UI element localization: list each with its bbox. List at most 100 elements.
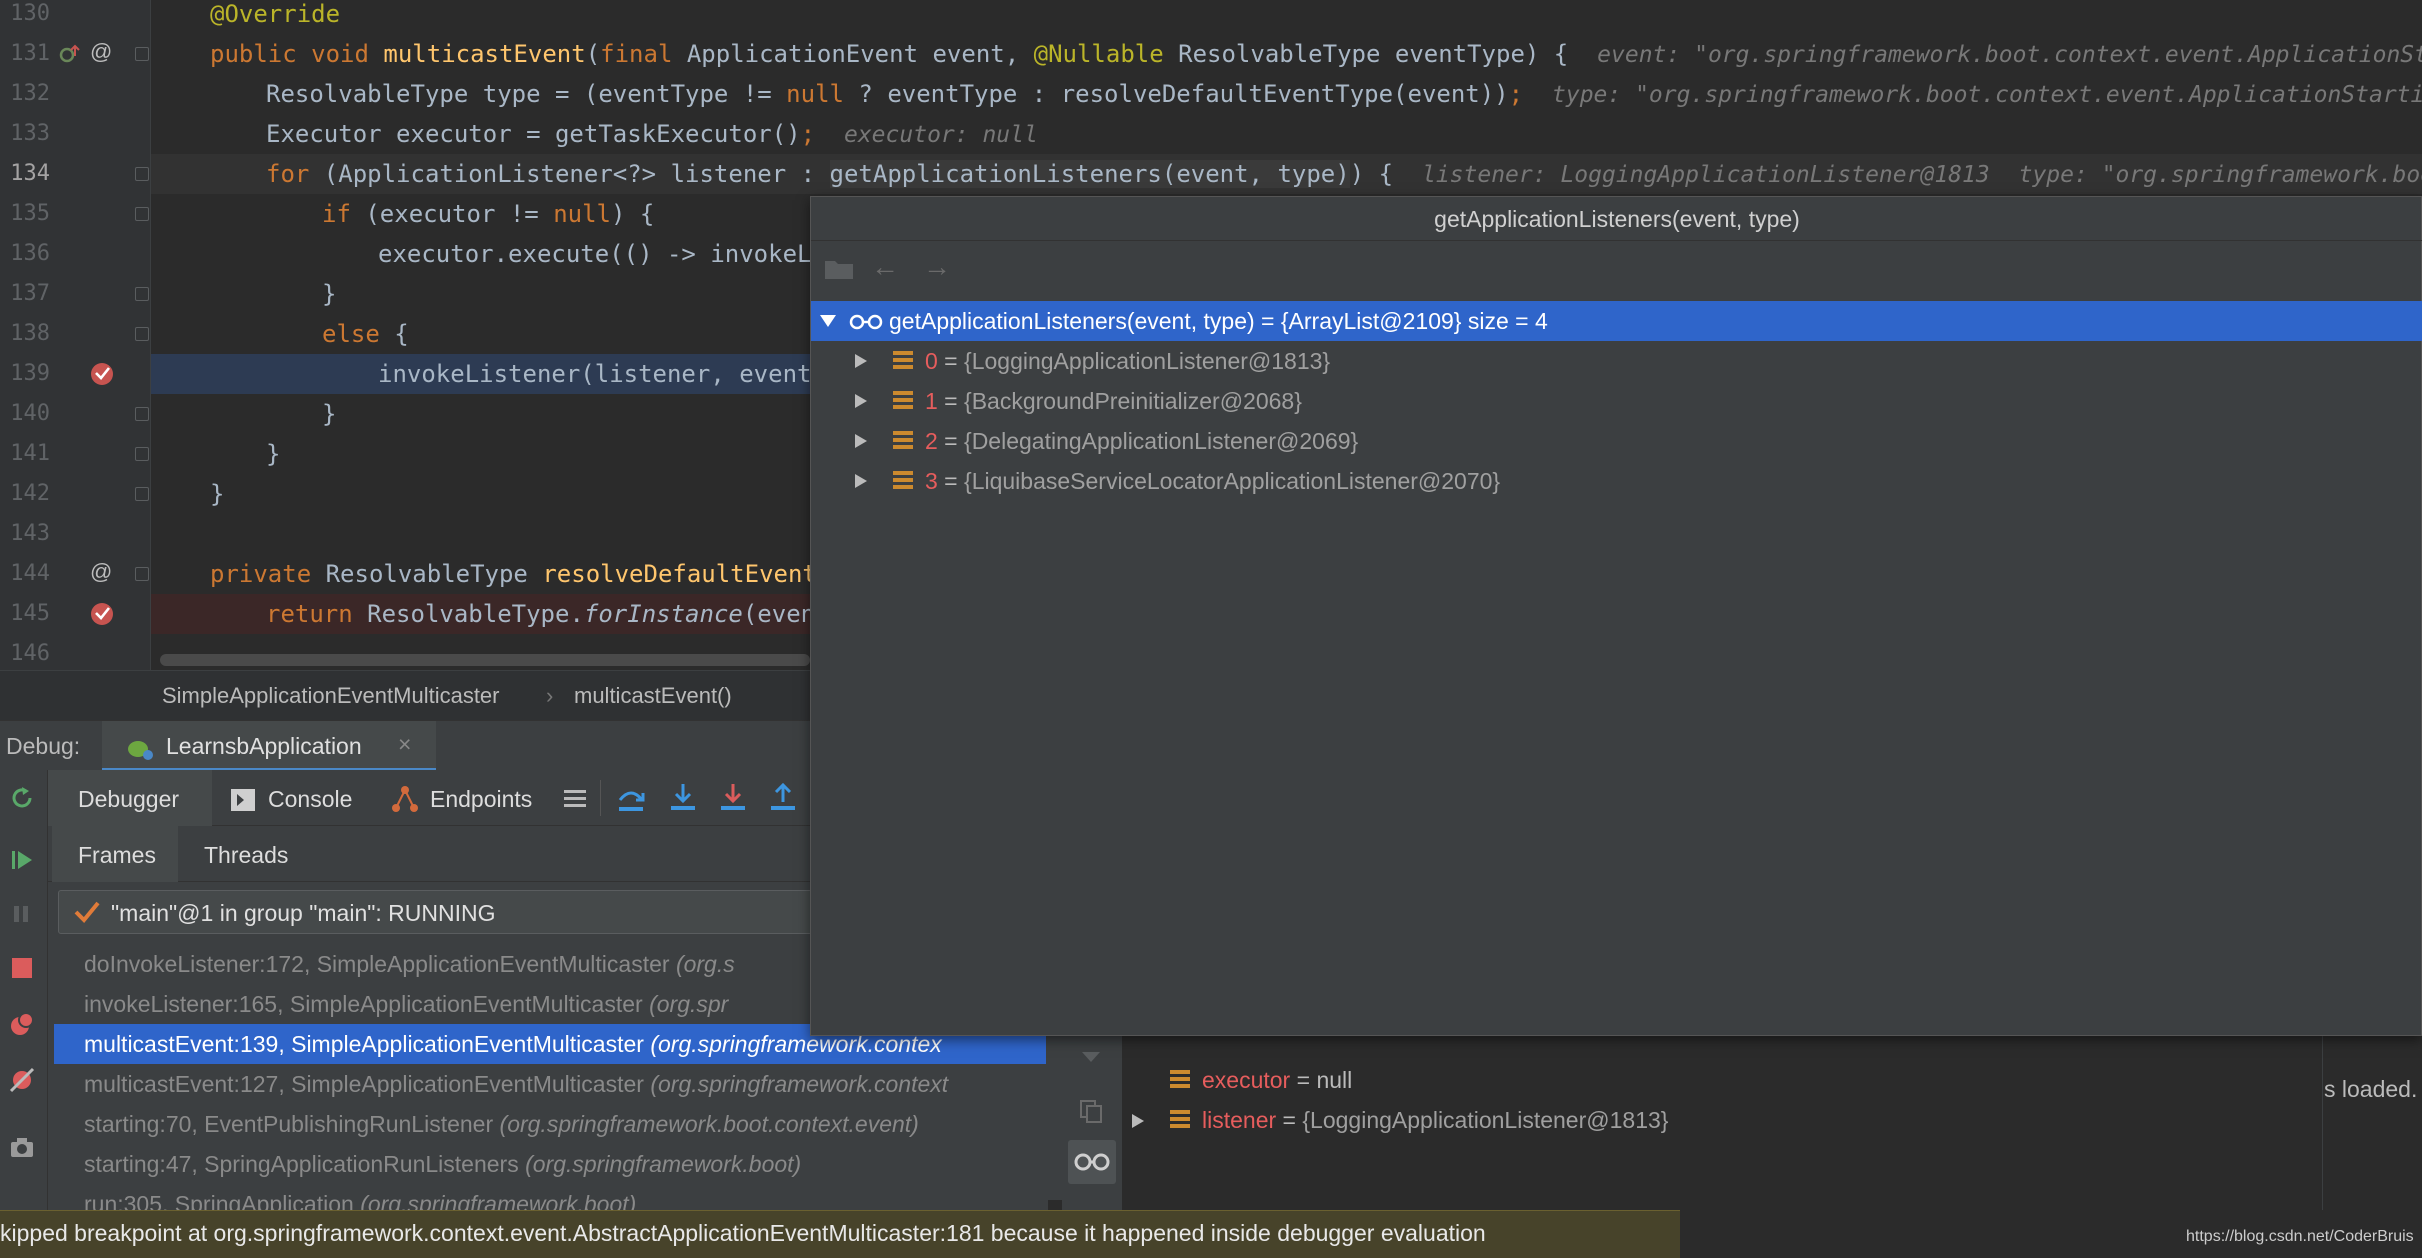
line-number: 135 [10, 201, 50, 226]
code-token: { [394, 320, 409, 348]
frame-package: (org.spr [649, 991, 729, 1017]
expand-arrow-icon[interactable] [853, 472, 869, 490]
item-value: {DelegatingApplicationListener@2069} [964, 428, 1359, 454]
tree-child-node[interactable]: 3 = {LiquibaseServiceLocatorApplicationL… [811, 461, 2422, 501]
code-line-132[interactable]: ResolvableType type = (eventType != null… [266, 74, 2422, 114]
fold-marker-icon[interactable] [135, 447, 149, 461]
override-method-icon[interactable] [58, 42, 82, 66]
debug-session-tab[interactable]: LearnsbApplication × [102, 721, 436, 771]
fold-marker-icon[interactable] [135, 287, 149, 301]
fold-marker-icon[interactable] [135, 47, 149, 61]
variable-row[interactable]: listener = {LoggingApplicationListener@1… [1130, 1100, 2270, 1140]
frame-method: multicastEvent:139, SimpleApplicationEve… [84, 1031, 651, 1057]
watches-toggle[interactable] [1068, 1140, 1116, 1184]
code-token: null [553, 200, 611, 228]
field-icon [893, 391, 913, 411]
copy-icon[interactable] [1078, 1098, 1104, 1124]
code-line-130[interactable]: @Override [210, 0, 340, 34]
code-line-136[interactable]: executor.execute(() -> invokeLi [378, 234, 826, 274]
code-line-140[interactable]: } [322, 394, 336, 434]
tab-frames[interactable]: Frames [52, 826, 178, 882]
pause-icon[interactable] [8, 900, 36, 928]
fold-marker-icon[interactable] [135, 567, 149, 581]
code-token: for [266, 160, 324, 188]
folder-icon[interactable] [823, 255, 855, 281]
stop-icon[interactable] [8, 954, 36, 982]
inline-value-hint: listener: LoggingApplicationListener@181… [1421, 162, 1990, 188]
tree-root-node[interactable]: getApplicationListeners(event, type) = {… [811, 301, 2422, 341]
code-line-138[interactable]: else { [322, 314, 409, 354]
code-token: (ApplicationListener<?> listener : [323, 160, 830, 188]
expand-arrow-icon[interactable] [853, 392, 869, 410]
fold-marker-icon[interactable] [135, 407, 149, 421]
line-number: 132 [10, 81, 50, 106]
fold-marker-icon[interactable] [135, 167, 149, 181]
fold-marker-icon[interactable] [135, 327, 149, 341]
expand-arrow-icon[interactable] [853, 352, 869, 370]
popup-toolbar: ← → [811, 241, 2422, 295]
view-breakpoints-icon[interactable] [8, 1010, 36, 1038]
check-icon [74, 901, 100, 923]
variable-row[interactable]: executor = null [1170, 1060, 2270, 1100]
code-line-142[interactable]: } [210, 474, 224, 514]
stack-frame[interactable]: starting:47, SpringApplicationRunListene… [54, 1144, 1044, 1184]
rerun-icon[interactable] [8, 784, 36, 812]
tree-child-node[interactable]: 0 = {LoggingApplicationListener@1813} [811, 341, 2422, 381]
frames-scrollbar[interactable] [1048, 1030, 1062, 1200]
evaluate-expression-popup[interactable]: getApplicationListeners(event, type) ← →… [810, 196, 2422, 1036]
line-number: 133 [10, 121, 50, 146]
annotation-icon[interactable]: @ [90, 552, 112, 592]
forward-arrow-icon[interactable]: → [923, 251, 951, 283]
tab-endpoints[interactable]: Endpoints [430, 786, 532, 813]
tab-threads[interactable]: Threads [204, 842, 288, 869]
code-line-141[interactable]: } [266, 434, 280, 474]
debug-label: Debug: [6, 733, 81, 759]
back-arrow-icon[interactable]: ← [871, 251, 899, 283]
stack-frame[interactable]: multicastEvent:127, SimpleApplicationEve… [54, 1064, 1044, 1104]
tree-child-node[interactable]: 1 = {BackgroundPreinitializer@2068} [811, 381, 2422, 421]
fold-marker-icon[interactable] [135, 487, 149, 501]
breadcrumb-method[interactable]: multicastEvent() [574, 683, 732, 709]
code-token: ResolvableType eventType) { [1178, 40, 1569, 68]
step-over-icon[interactable] [616, 784, 646, 814]
horizontal-scrollbar[interactable] [160, 654, 810, 666]
code-line-133[interactable]: Executor executor = getTaskExecutor(); e… [266, 114, 1038, 154]
endpoints-icon [392, 786, 418, 812]
code-line-137[interactable]: } [322, 274, 336, 314]
annotation-icon[interactable]: @ [90, 32, 112, 72]
line-number: 144 [10, 561, 50, 586]
chevron-down-icon[interactable] [1078, 1048, 1104, 1066]
expand-arrow-icon[interactable] [853, 432, 869, 450]
thread-selector[interactable]: "main"@1 in group "main": RUNNING [58, 890, 818, 934]
camera-icon[interactable] [8, 1134, 36, 1162]
line-number: 138 [10, 321, 50, 346]
line-number: 142 [10, 481, 50, 506]
stack-frame[interactable]: starting:70, EventPublishingRunListener … [54, 1104, 1044, 1144]
code-line-145[interactable]: return ResolvableType.forInstance(event [266, 594, 830, 634]
breakpoint-icon[interactable] [88, 600, 116, 628]
code-line-144[interactable]: private ResolvableType resolveDefaultEve… [210, 554, 831, 594]
resume-icon[interactable] [8, 846, 36, 874]
close-icon[interactable]: × [398, 731, 411, 758]
field-icon [1170, 1110, 1190, 1130]
mute-breakpoints-icon[interactable] [8, 1066, 36, 1094]
breadcrumb-class[interactable]: SimpleApplicationEventMulticaster [162, 683, 500, 709]
menu-icon[interactable] [562, 786, 588, 812]
code-line-139[interactable]: invokeListener(listener, event) [378, 354, 826, 394]
code-line-134[interactable]: for (ApplicationListener<?> listener : g… [266, 154, 2422, 194]
code-line-131[interactable]: public void multicastEvent(final Applica… [210, 34, 2422, 74]
breakpoint-icon[interactable] [88, 360, 116, 388]
expanded-arrow-icon[interactable] [819, 313, 837, 329]
force-step-into-icon[interactable] [718, 782, 748, 814]
item-eq: = [937, 428, 965, 454]
fold-marker-icon[interactable] [135, 207, 149, 221]
step-into-icon[interactable] [668, 782, 698, 814]
tab-debugger[interactable]: Debugger [48, 770, 212, 826]
tree-child-node[interactable]: 2 = {DelegatingApplicationListener@2069} [811, 421, 2422, 461]
expand-arrow-icon[interactable] [1130, 1112, 1146, 1130]
tab-console[interactable]: Console [268, 786, 352, 813]
code-line-135[interactable]: if (executor != null) { [322, 194, 654, 234]
editor-gutter[interactable]: 130 131 132 133 134 135 136 137 138 139 … [0, 0, 150, 670]
step-out-icon[interactable] [768, 782, 798, 814]
line-number: 134 [10, 161, 50, 186]
